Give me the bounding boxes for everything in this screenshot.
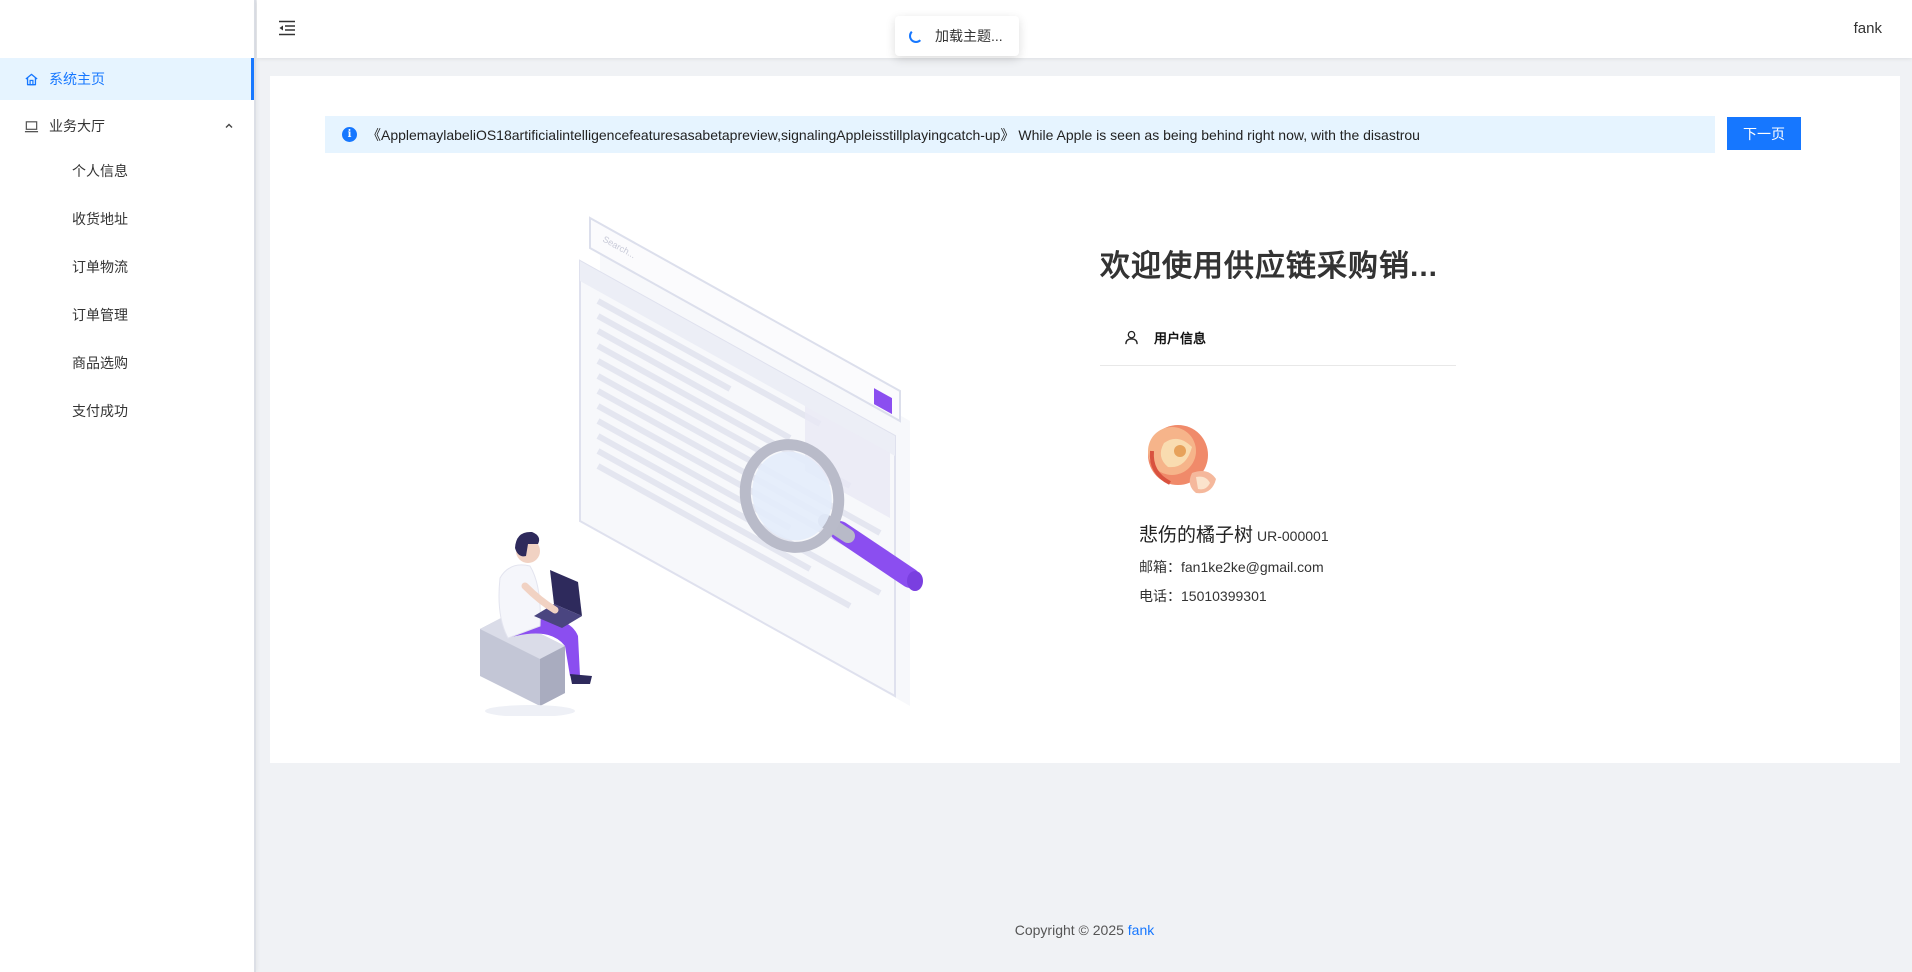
sidebar-item-label: 业务大厅	[49, 118, 105, 134]
next-page-button[interactable]: 下一页	[1727, 117, 1801, 150]
profile-name: 悲伤的橘子树 UR-000001	[1139, 520, 1329, 547]
user-menu[interactable]: fank	[1854, 20, 1882, 37]
sidebar-subitem-product-purchase[interactable]: 商品选购	[0, 341, 254, 385]
toast-text: 加载主题...	[935, 28, 1003, 44]
user-icon	[1124, 330, 1140, 346]
welcome-title: 欢迎使用供应链采购销...	[1100, 250, 1439, 283]
footer: Copyright © 2025 fank	[257, 922, 1912, 938]
profile-email: 邮箱：fan1ke2ke@gmail.com	[1139, 559, 1324, 575]
footer-copyright: Copyright © 2025	[1014, 922, 1124, 938]
profile-name-text: 悲伤的橘子树	[1139, 525, 1254, 546]
top-header: fank	[257, 0, 1912, 58]
sidebar-item-label: 系统主页	[49, 71, 105, 87]
loading-toast: 加载主题...	[895, 16, 1019, 56]
sidebar-subitem-shipping-address[interactable]: 收货地址	[0, 197, 254, 241]
sidebar-subitem-order-management[interactable]: 订单管理	[0, 293, 254, 337]
notice-bar: i 《ApplemaylabeliOS18artificialintellige…	[325, 116, 1715, 153]
home-icon	[23, 71, 39, 87]
tab-label: 用户信息	[1154, 331, 1207, 346]
chevron-up-icon	[222, 119, 236, 133]
notice-text: 《ApplemaylabeliOS18artificialintelligenc…	[367, 126, 1420, 143]
content-card: i 《ApplemaylabeliOS18artificialintellige…	[270, 76, 1900, 763]
sidebar-item-business-hall[interactable]: 业务大厅	[0, 105, 254, 147]
sidebar-subitem-payment-success[interactable]: 支付成功	[0, 389, 254, 433]
footer-author-link[interactable]: fank	[1128, 922, 1154, 938]
info-icon: i	[342, 127, 357, 142]
loading-spinner-icon	[909, 29, 923, 43]
sidebar-item-home[interactable]: 系统主页	[0, 58, 254, 100]
sidebar-subitem-order-logistics[interactable]: 订单物流	[0, 245, 254, 289]
sidebar: 系统主页 业务大厅 个人信息 收货地址 订单物流 订单管理 商品选购 支付成功	[0, 0, 256, 972]
avatar	[1148, 425, 1216, 494]
tab-user-info[interactable]: 用户信息	[1100, 310, 1456, 366]
profile-phone: 电话：15010399301	[1139, 588, 1267, 604]
menu-fold-icon[interactable]	[277, 18, 299, 40]
laptop-icon	[23, 118, 39, 134]
sidebar-subitem-personal-info[interactable]: 个人信息	[0, 149, 254, 193]
search-illustration: Search...	[480, 216, 923, 716]
profile-id: UR-000001	[1257, 528, 1329, 544]
